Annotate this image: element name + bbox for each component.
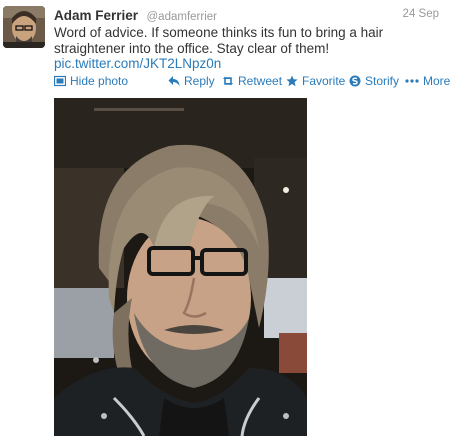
favorite-button[interactable]: Favorite: [286, 74, 345, 88]
photo-icon: [54, 75, 66, 87]
tweet-photo[interactable]: [54, 98, 307, 436]
tweet-date[interactable]: 24 Sep: [403, 8, 439, 20]
author-handle[interactable]: @adamferrier: [147, 11, 217, 23]
reply-label: Reply: [184, 74, 215, 88]
more-label: More: [423, 74, 451, 88]
avatar-image: [3, 6, 45, 48]
favorite-label: Favorite: [302, 74, 346, 88]
tweet-actions: Hide photo Reply Retweet Favorite Storif…: [54, 74, 450, 90]
photo-link[interactable]: pic.twitter.com/JKT2LNpz0n: [54, 56, 221, 71]
tweet-text: Word of advice. If someone thinks its fu…: [54, 25, 384, 56]
retweet-label: Retweet: [238, 74, 283, 88]
star-icon: [286, 75, 298, 87]
retweet-button[interactable]: Retweet: [222, 74, 282, 88]
author-avatar[interactable]: [3, 6, 45, 48]
reply-button[interactable]: Reply: [168, 74, 215, 88]
more-dots-icon: [405, 75, 419, 87]
storify-label: Storify: [365, 74, 400, 88]
storify-button[interactable]: Storify: [349, 74, 399, 88]
reply-icon: [168, 75, 180, 87]
author-name[interactable]: Adam Ferrier: [54, 8, 138, 23]
tweet-header: Adam Ferrier @adamferrier 24 Sep: [54, 7, 439, 23]
more-button[interactable]: More: [405, 74, 450, 88]
retweet-icon: [222, 75, 234, 87]
photo-image: [54, 98, 307, 436]
hide-photo-button[interactable]: Hide photo: [54, 74, 128, 88]
storify-icon: [349, 75, 361, 87]
hide-photo-label: Hide photo: [70, 74, 129, 88]
